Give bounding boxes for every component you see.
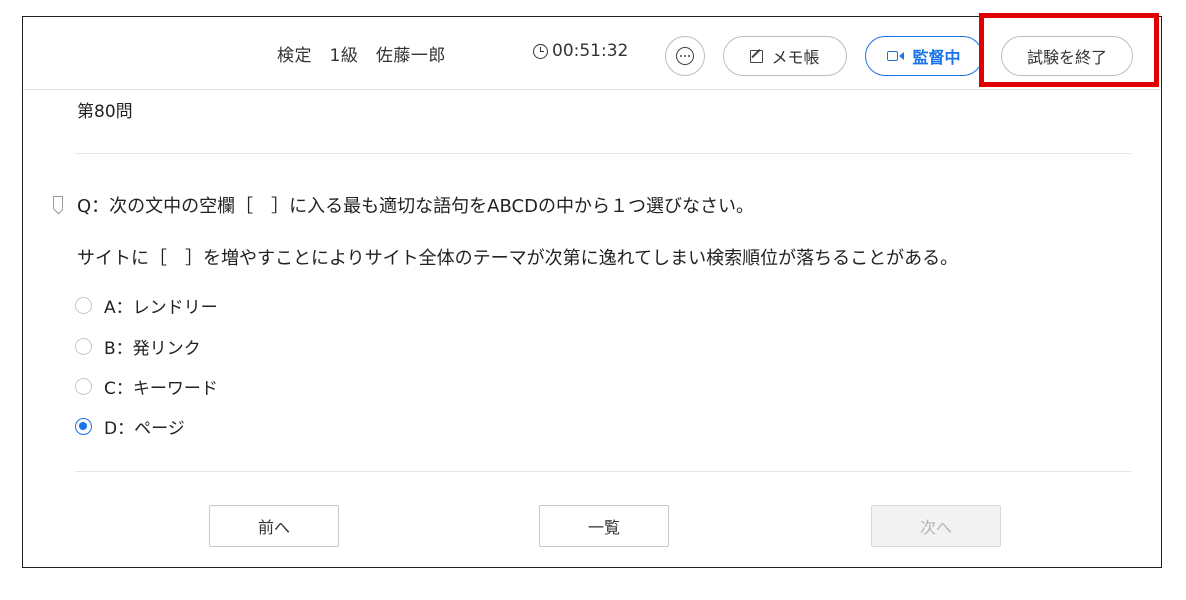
highlight-box [979, 13, 1159, 87]
monitoring-button-label: 監督中 [912, 48, 961, 67]
choice-a[interactable]: A：レンドリー [75, 293, 218, 318]
timer-value: 00:51:32 [552, 41, 629, 61]
edit-icon [750, 49, 764, 63]
chat-button[interactable] [665, 36, 705, 76]
question-number: 第80問 [77, 102, 133, 122]
choice-d[interactable]: D：ページ [75, 414, 185, 439]
question-sentence: サイトに［ ］を増やすことによりサイト全体のテーマが次第に逸れてしまい検索順位が… [77, 248, 959, 269]
radio-b[interactable] [75, 338, 92, 355]
choice-b[interactable]: B：発リンク [75, 334, 201, 359]
exam-title: 検定 1級 佐藤一郎 [277, 46, 446, 66]
divider [75, 153, 1131, 154]
question-prompt: Q：次の文中の空欄［ ］に入る最も適切な語句をABCDの中から１つ選びなさい。 [77, 196, 754, 217]
exam-window: 検定 1級 佐藤一郎 00:51:32 メモ帳 監督中 試験を終了 第80問 Q… [22, 13, 1162, 568]
timer: 00:51:32 [533, 41, 628, 61]
list-button[interactable]: 一覧 [539, 505, 669, 547]
divider [75, 471, 1131, 472]
choice-a-label: A：レンドリー [104, 298, 218, 318]
radio-d[interactable] [75, 418, 92, 435]
choice-c[interactable]: C：キーワード [75, 374, 218, 399]
monitoring-button[interactable]: 監督中 [865, 36, 983, 76]
prev-button[interactable]: 前へ [209, 505, 339, 547]
choice-c-label: C：キーワード [104, 379, 218, 399]
choice-d-label: D：ページ [104, 419, 185, 439]
clock-icon [533, 43, 548, 59]
chat-icon [676, 47, 694, 65]
memo-button-label: メモ帳 [771, 48, 820, 67]
radio-a[interactable] [75, 297, 92, 314]
bookmark-icon[interactable] [53, 196, 63, 209]
radio-c[interactable] [75, 378, 92, 395]
video-camera-icon [887, 51, 905, 61]
memo-button[interactable]: メモ帳 [723, 36, 847, 76]
choice-b-label: B：発リンク [104, 339, 201, 359]
next-button[interactable]: 次へ [871, 505, 1001, 547]
